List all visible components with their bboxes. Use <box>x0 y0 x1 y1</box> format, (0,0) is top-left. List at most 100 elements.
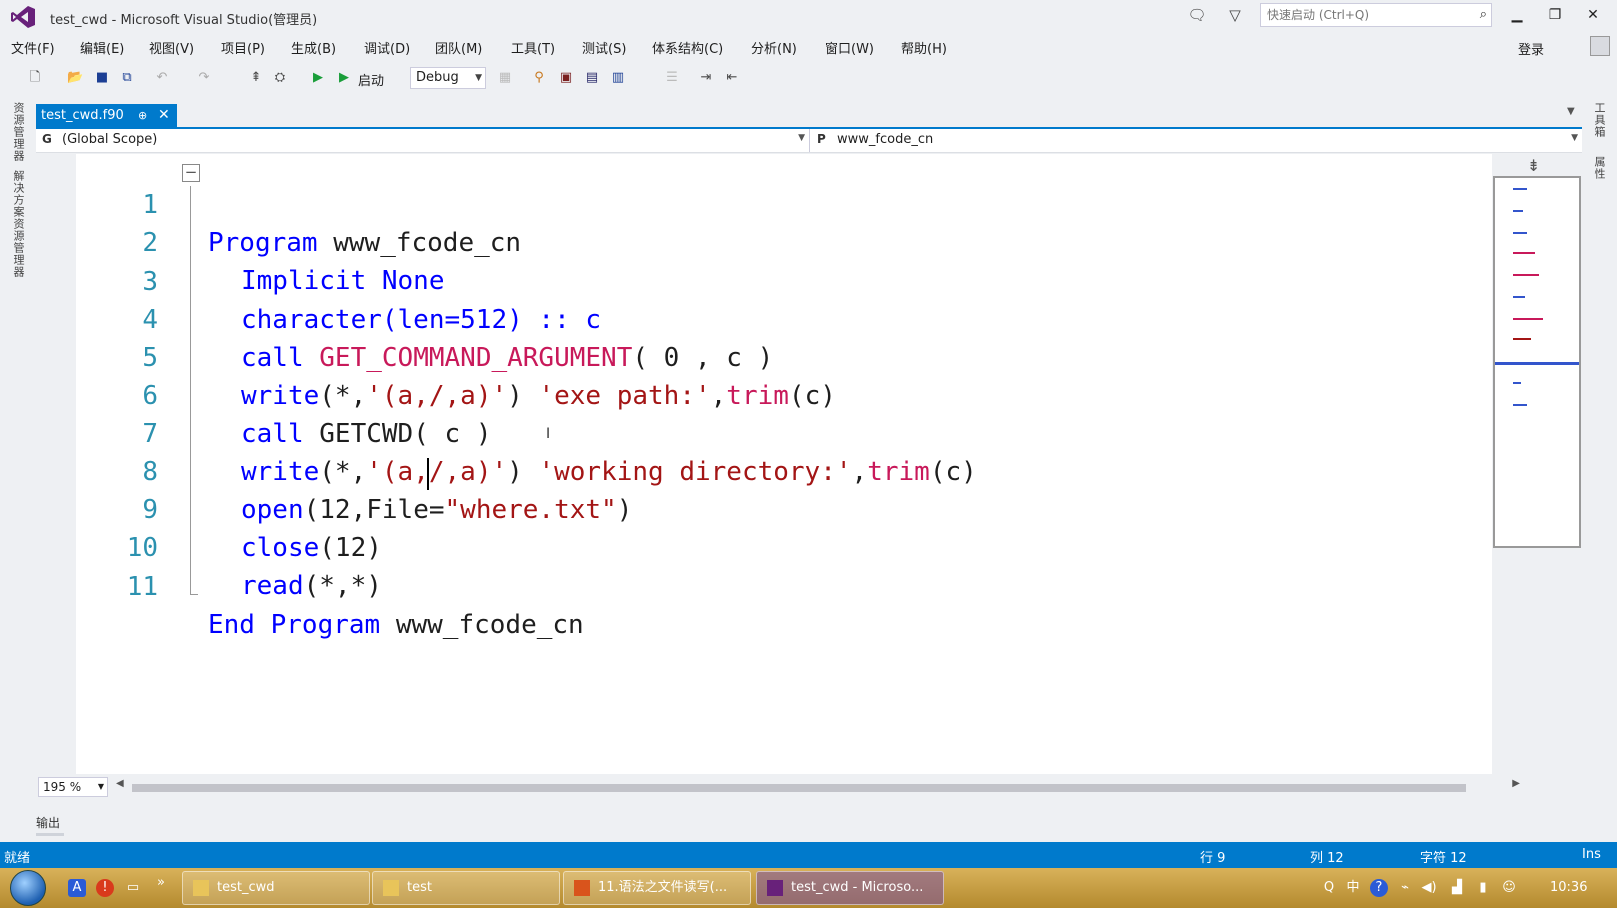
start-button[interactable]: 启动 <box>358 70 384 89</box>
quick-launch-placeholder: 快速启动 (Ctrl+Q) <box>1267 8 1370 22</box>
input-method-icon[interactable]: A <box>68 879 86 897</box>
antivirus-icon[interactable]: ! <box>96 879 114 897</box>
restore-button[interactable]: ❐ <box>1538 4 1572 26</box>
menu-project[interactable]: 项目(P) <box>221 38 265 57</box>
code-line: 11 End Program www_fcode_cn <box>36 530 1476 640</box>
window-icon[interactable]: ▤ <box>584 70 600 86</box>
quick-launch-input[interactable]: 快速启动 (Ctrl+Q) ⌕ <box>1260 3 1492 27</box>
login-link[interactable]: 登录 <box>1518 39 1544 58</box>
caret-position-marker <box>1495 362 1579 365</box>
code-line: 3 character(len=512) :: c <box>36 225 1476 335</box>
taskbar-item-label: 11.语法之文件读写(... <box>598 880 728 895</box>
identifier: www_fcode_cn <box>380 610 584 640</box>
undo-icon[interactable]: ↶ <box>154 70 170 86</box>
output-tab[interactable]: 输出 <box>36 814 60 831</box>
redo-icon[interactable]: ↷ <box>196 70 212 86</box>
scroll-right-icon[interactable]: ▶ <box>1512 778 1520 789</box>
menu-tools[interactable]: 工具(T) <box>511 38 555 57</box>
scroll-left-icon[interactable]: ◀ <box>116 778 124 789</box>
code-editor[interactable]: − 1 Program www_fcode_cn 2 Implicit None… <box>36 154 1582 774</box>
menu-team[interactable]: 团队(M) <box>435 38 482 57</box>
scroll-thumb[interactable] <box>132 784 1466 792</box>
minimize-button[interactable]: ▁ <box>1500 4 1534 26</box>
battery-icon[interactable]: ▮ <box>1474 879 1492 897</box>
solution-explorer-tab[interactable]: 解决方案资源管理器 <box>12 170 26 278</box>
menu-test[interactable]: 测试(S) <box>582 38 626 57</box>
taskbar-item-folder[interactable]: test <box>372 871 560 905</box>
menu-build[interactable]: 生成(B) <box>291 38 336 57</box>
taskbar-item-explorer[interactable]: test_cwd <box>182 871 370 905</box>
taskbar-item-label: test_cwd - Microso... <box>791 880 924 895</box>
find-icon[interactable]: ⚲ <box>531 70 547 86</box>
show-desktop-icon[interactable]: ▭ <box>124 879 142 897</box>
feedback-filter-icon[interactable]: ▽ <box>1225 5 1245 25</box>
menu-view[interactable]: 视图(V) <box>149 38 194 57</box>
ime-chinese-icon[interactable]: 中 <box>1344 879 1362 897</box>
powerpoint-icon <box>574 880 590 896</box>
navigate-backward-icon[interactable]: ⇞ <box>248 70 264 86</box>
split-window-icon[interactable]: ⇟ <box>1527 156 1540 175</box>
taskbar-item-visual-studio[interactable]: test_cwd - Microso... <box>756 871 944 905</box>
network-icon[interactable]: ▟ <box>1448 879 1466 897</box>
save-icon[interactable]: ■ <box>94 70 110 86</box>
help-icon[interactable]: ? <box>1370 879 1388 897</box>
window-title: test_cwd - Microsoft Visual Studio(管理员) <box>50 13 318 28</box>
configuration-select[interactable]: Debug ▼ <box>410 67 486 89</box>
bookmark-icon[interactable]: ▣ <box>558 70 574 86</box>
close-tab-icon[interactable]: ✕ <box>158 104 170 127</box>
start-button[interactable] <box>10 870 46 906</box>
menu-window[interactable]: 窗口(W) <box>825 38 874 57</box>
menu-architecture[interactable]: 体系结构(C) <box>652 38 723 57</box>
save-all-icon[interactable]: ⧉ <box>119 70 135 86</box>
toolbox-tab[interactable]: 工具箱 <box>1593 102 1607 138</box>
scroll-map-viewport[interactable] <box>1493 176 1581 548</box>
vertical-scrollbar-map[interactable]: ⇟ <box>1492 154 1582 774</box>
chevron-down-icon: ▼ <box>798 133 805 143</box>
server-explorer-tab[interactable]: 资源管理器 <box>12 102 26 162</box>
pin-icon[interactable]: ⊕ <box>138 104 147 127</box>
code-line: 6 call GETCWD( c ) <box>36 339 1476 449</box>
code-line: 7 write(*,'(a,/,a)') 'working directory:… <box>36 377 1476 487</box>
menu-analyze[interactable]: 分析(N) <box>751 38 797 57</box>
user-icon[interactable]: ☺ <box>1500 879 1518 897</box>
document-tab-label: test_cwd.f90 <box>41 108 124 123</box>
volume-icon[interactable]: ◀) <box>1420 879 1438 897</box>
account-icon[interactable] <box>1590 36 1610 56</box>
search-icon: ⌕ <box>1479 7 1487 22</box>
start-debug-icon[interactable]: ▶ <box>336 70 352 86</box>
solution-config-icon[interactable]: ⛭ <box>272 70 288 86</box>
menu-edit[interactable]: 编辑(E) <box>80 38 124 57</box>
more-icon[interactable]: » <box>152 874 170 892</box>
search-tray-icon[interactable]: Q <box>1320 879 1338 897</box>
title-bar: test_cwd - Microsoft Visual Studio(管理员) … <box>0 0 1617 34</box>
new-project-icon[interactable]: 🗋 <box>27 70 43 86</box>
usb-icon[interactable]: ⌁ <box>1396 879 1414 897</box>
menu-file[interactable]: 文件(F) <box>11 38 55 57</box>
notification-icon[interactable]: 🗨 <box>1187 5 1207 25</box>
status-ready: 就绪 <box>4 851 31 866</box>
program-icon: P <box>817 132 826 146</box>
map-mark <box>1513 188 1527 190</box>
tab-list-dropdown-icon[interactable]: ▼ <box>1567 106 1575 117</box>
document-tab[interactable]: test_cwd.f90 ⊕ ✕ <box>36 104 177 128</box>
properties-tab[interactable]: 属性 <box>1593 156 1607 180</box>
status-char: 字符 12 <box>1420 851 1467 866</box>
keyword: End Program <box>208 610 381 640</box>
zoom-select[interactable]: 195 % ▼ <box>38 777 108 797</box>
breakpoint-icon[interactable]: ▥ <box>610 70 626 86</box>
folder-icon <box>193 880 209 896</box>
taskbar-item-presentation[interactable]: 11.语法之文件读写(... <box>563 871 751 905</box>
horizontal-scrollbar[interactable]: ◀ ▶ <box>116 778 1520 796</box>
status-bar: 就绪 行 9 列 12 字符 12 Ins <box>0 842 1617 868</box>
toolbar: 🗋 📂 ■ ⧉ ↶ ↷ ⇞ ⛭ ▶ ▶ 启动 Debug ▼ ▦ ⚲ ▣ ▤ ▥… <box>0 62 1617 94</box>
visual-studio-logo-icon <box>11 6 35 28</box>
menu-debug[interactable]: 调试(D) <box>364 38 410 57</box>
menu-bar: 文件(F) 编辑(E) 视图(V) 项目(P) 生成(B) 调试(D) 团队(M… <box>0 34 1617 60</box>
status-insert-mode: Ins <box>1582 847 1601 862</box>
indent-icon[interactable]: ⇥ <box>698 70 714 86</box>
open-file-icon[interactable]: 📂 <box>67 70 83 86</box>
close-window-button[interactable]: ✕ <box>1576 4 1610 26</box>
menu-help[interactable]: 帮助(H) <box>901 38 947 57</box>
outdent-icon[interactable]: ⇤ <box>724 70 740 86</box>
play-icon[interactable]: ▶ <box>310 70 326 86</box>
